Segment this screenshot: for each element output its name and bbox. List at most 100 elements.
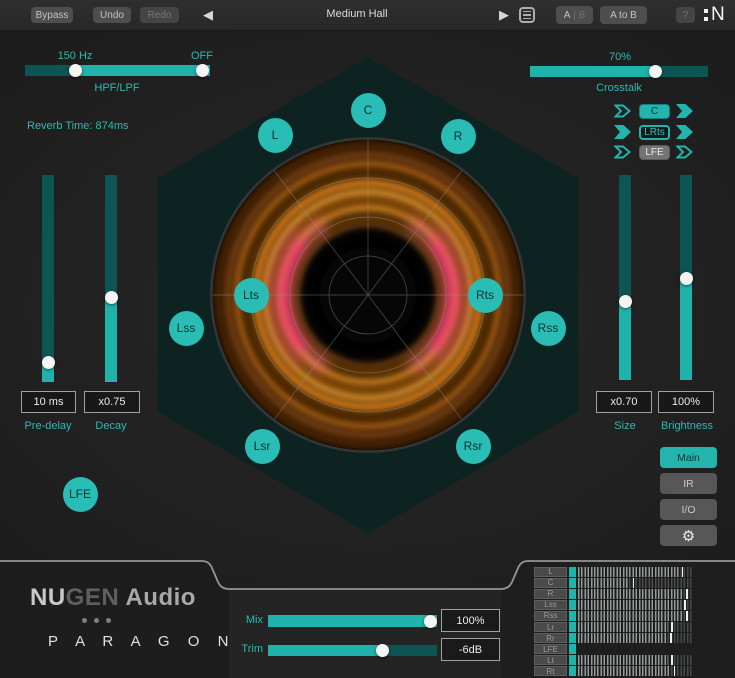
decay-value[interactable]: x0.75: [84, 391, 140, 413]
lpf-handle[interactable]: [196, 64, 209, 77]
meter-row-rt: Rt: [534, 666, 692, 676]
channel-node-rsr[interactable]: Rsr: [456, 429, 491, 464]
meter-signal-block: [569, 589, 576, 599]
settings-gear-icon[interactable]: ⚙: [660, 525, 717, 546]
channel-node-rss[interactable]: Rss: [531, 311, 566, 346]
ab-compare-button[interactable]: A | B: [556, 6, 593, 24]
route-in-c-chevron-icon[interactable]: [614, 104, 631, 118]
meter-channel-label: LFE: [534, 644, 567, 654]
hpf-handle[interactable]: [69, 64, 82, 77]
size-value[interactable]: x0.70: [596, 391, 652, 413]
meter-peak-marker: [684, 600, 686, 610]
lpf-value: OFF: [177, 50, 227, 62]
meter-channel-label: Lr: [534, 622, 567, 632]
meter-scale: [578, 666, 692, 676]
meter-peak-marker: [670, 633, 672, 643]
route-in-lfe-chevron-icon[interactable]: [614, 145, 631, 159]
route-out-c-chevron-icon[interactable]: [676, 104, 693, 118]
meter-peak-marker: [671, 655, 673, 665]
nugen-audio-wordmark: NUGEN Audio: [30, 584, 196, 612]
meter-signal-block: [569, 655, 576, 665]
meter-row-c: C: [534, 578, 692, 588]
route-lfe-button[interactable]: LFE: [639, 145, 670, 160]
meter-scale: [578, 578, 692, 588]
wordmark-gen: GEN: [66, 584, 120, 611]
channel-node-l[interactable]: L: [258, 118, 293, 153]
meter-channel-label: R: [534, 589, 567, 599]
channel-node-r[interactable]: R: [441, 119, 476, 154]
route-in-lrts-chevron-icon[interactable]: [614, 125, 631, 139]
mix-slider[interactable]: [268, 615, 437, 627]
decay-handle[interactable]: [105, 291, 118, 304]
meter-scale: [578, 655, 692, 665]
meter-scale: [578, 644, 692, 654]
channel-node-lss[interactable]: Lss: [169, 311, 204, 346]
redo-button[interactable]: Redo: [140, 7, 179, 23]
meter-scale: [578, 611, 692, 621]
crosstalk-handle[interactable]: [649, 65, 662, 78]
brightness-label: Brightness: [647, 420, 727, 432]
trim-value[interactable]: -6dB: [441, 638, 500, 661]
meter-signal-block: [569, 600, 576, 610]
decay-label: Decay: [71, 420, 151, 432]
channel-node-lts[interactable]: Lts: [234, 278, 269, 313]
brightness-value[interactable]: 100%: [658, 391, 714, 413]
meter-row-lt: Lt: [534, 655, 692, 665]
size-slider[interactable]: [619, 175, 631, 380]
channel-node-rts[interactable]: Rts: [468, 278, 503, 313]
meter-channel-label: Rt: [534, 666, 567, 676]
meter-row-lr: Lr: [534, 622, 692, 632]
meter-peak-marker: [633, 578, 635, 588]
help-button[interactable]: ?: [676, 7, 695, 23]
undo-button[interactable]: Undo: [93, 7, 131, 23]
hpf-lpf-slider[interactable]: [25, 65, 210, 76]
mix-value[interactable]: 100%: [441, 609, 500, 632]
meter-peak-marker: [686, 611, 688, 621]
mix-handle[interactable]: [424, 615, 437, 628]
route-lrts-button[interactable]: LRts: [639, 125, 670, 140]
predelay-value[interactable]: 10 ms: [21, 391, 76, 413]
preset-name[interactable]: Medium Hall: [257, 8, 457, 20]
brightness-handle[interactable]: [680, 272, 693, 285]
meter-row-l: L: [534, 567, 692, 577]
crosstalk-value: 70%: [595, 51, 645, 63]
ab-a-label: A: [564, 10, 571, 21]
meter-row-rr: Rr: [534, 633, 692, 643]
route-c-button[interactable]: C: [639, 104, 670, 119]
preset-list-icon[interactable]: [519, 7, 535, 23]
meter-scale: [578, 633, 692, 643]
reverb-time-readout: Reverb Time: 874ms: [27, 120, 167, 132]
tab-ir[interactable]: IR: [660, 473, 717, 494]
product-name: P A R A G O N: [48, 633, 235, 650]
tab-io[interactable]: I/O: [660, 499, 717, 520]
crosstalk-slider[interactable]: [530, 66, 708, 77]
brand-dots-icon: [82, 618, 111, 623]
size-handle[interactable]: [619, 295, 632, 308]
predelay-handle[interactable]: [42, 356, 55, 369]
mix-label: Mix: [215, 614, 263, 626]
a-to-b-button[interactable]: A to B: [600, 6, 647, 24]
channel-node-lfe[interactable]: LFE: [63, 477, 98, 512]
channel-node-lsr[interactable]: Lsr: [245, 429, 280, 464]
previous-preset-icon[interactable]: ◀: [203, 7, 213, 23]
meter-signal-block: [569, 633, 576, 643]
tab-main[interactable]: Main: [660, 447, 717, 468]
meter-row-rss: Rss: [534, 611, 692, 621]
route-out-lfe-chevron-icon[interactable]: [676, 145, 693, 159]
trim-handle[interactable]: [376, 644, 389, 657]
meter-channel-label: C: [534, 578, 567, 588]
hpf-value: 150 Hz: [50, 50, 100, 62]
next-preset-icon[interactable]: ▶: [499, 7, 509, 23]
channel-node-c[interactable]: C: [351, 93, 386, 128]
meter-channel-label: L: [534, 567, 567, 577]
meter-signal-block: [569, 622, 576, 632]
meter-signal-block: [569, 578, 576, 588]
route-out-lrts-chevron-icon[interactable]: [676, 125, 693, 139]
crosstalk-label: Crosstalk: [569, 82, 669, 94]
decay-slider[interactable]: [105, 175, 117, 382]
meter-channel-label: Rr: [534, 633, 567, 643]
predelay-slider[interactable]: [42, 175, 54, 382]
bypass-button[interactable]: Bypass: [31, 7, 73, 23]
meter-signal-block: [569, 666, 576, 676]
trim-slider[interactable]: [268, 645, 437, 656]
